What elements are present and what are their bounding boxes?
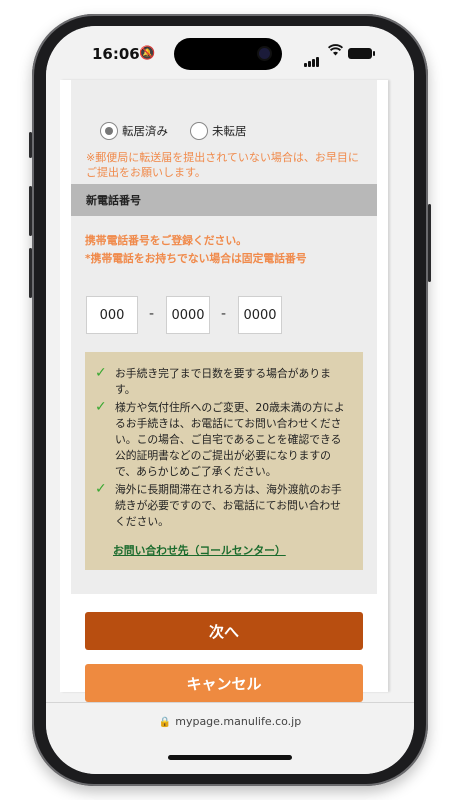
contact-link[interactable]: お問い合わせ先（コールセンター） (113, 542, 286, 558)
moving-note: ※郵便局に転送届を提出されていない場合は、お早目にご提出をお願いします。 (86, 151, 359, 179)
phone-field-2[interactable]: 0000 (166, 296, 210, 334)
wifi-icon (327, 44, 344, 60)
radio-not-moved-label: 未転居 (212, 124, 247, 138)
radio-circle (190, 122, 208, 140)
info-item: ✓ お手続き完了まで日数を要する場合があります。 (95, 365, 349, 398)
phone-field-1-placeholder: 000 (99, 307, 125, 323)
cancel-button[interactable]: キャンセル (85, 664, 363, 702)
check-icon: ✓ (95, 481, 107, 497)
info-box: ✓ お手続き完了まで日数を要する場合があります。 ✓ 様方や気付住所へのご変更、… (85, 352, 363, 570)
next-button[interactable]: 次へ (85, 612, 363, 650)
dynamic-island (174, 38, 282, 70)
phone-separator-1: - (149, 306, 155, 322)
radio-moved-label: 転居済み (122, 124, 168, 138)
phone-field-3-placeholder: 0000 (243, 307, 277, 323)
cellular-signal-icon (304, 48, 320, 67)
info-item-text: 様方や気付住所へのご変更、20歳未満の方によるお手続きは、お電話にてお問い合わせ… (115, 401, 345, 478)
phone-separator-2: - (221, 306, 227, 322)
radio-dot (105, 127, 113, 135)
phone-screen: 16:06 🔕 転居済み 未転居 ※郵便局に転送届を提出されていない場合は、お早… (46, 26, 414, 774)
home-indicator[interactable] (168, 755, 292, 760)
radio-circle (100, 122, 118, 140)
silent-bell-icon: 🔕 (139, 46, 156, 61)
volume-down-button (29, 248, 32, 298)
radio-moved[interactable]: 転居済み (100, 122, 168, 140)
mute-switch (29, 132, 32, 158)
camera-icon (259, 48, 270, 59)
phone-section-title: 新電話番号 (86, 194, 141, 207)
status-time: 16:06 (92, 45, 140, 63)
status-bar: 16:06 🔕 (46, 26, 414, 80)
volume-up-button (29, 186, 32, 236)
url-bar[interactable]: 🔒 mypage.manulife.co.jp (46, 715, 414, 728)
lock-icon: 🔒 (158, 717, 172, 728)
phone-field-3[interactable]: 0000 (238, 296, 282, 334)
battery-icon (348, 48, 375, 59)
phone-instruction-2: *携帯電話をお持ちでない場合は固定電話番号 (85, 252, 307, 265)
phone-field-1[interactable]: 000 (86, 296, 138, 334)
check-icon: ✓ (95, 365, 107, 381)
radio-not-moved[interactable]: 未転居 (190, 122, 247, 140)
info-item: ✓ 様方や気付住所へのご変更、20歳未満の方によるお手続きは、お電話にてお問い合… (95, 399, 349, 480)
browser-bar: 🔒 mypage.manulife.co.jp (46, 702, 414, 774)
info-item-text: お手続き完了まで日数を要する場合があります。 (115, 367, 331, 396)
url-text: mypage.manulife.co.jp (175, 715, 302, 728)
info-item-text: 海外に長期間滞在される方は、海外渡航のお手続きが必要ですので、お電話にてお問い合… (115, 483, 342, 528)
phone-field-2-placeholder: 0000 (171, 307, 205, 323)
power-button (428, 204, 431, 282)
phone-instruction-1: 携帯電話番号をご登録ください。 (85, 234, 247, 247)
check-icon: ✓ (95, 399, 107, 415)
web-page: 転居済み 未転居 ※郵便局に転送届を提出されていない場合は、お早目にご提出をお願… (60, 80, 388, 702)
info-item: ✓ 海外に長期間滞在される方は、海外渡航のお手続きが必要ですので、お電話にてお問… (95, 481, 349, 530)
